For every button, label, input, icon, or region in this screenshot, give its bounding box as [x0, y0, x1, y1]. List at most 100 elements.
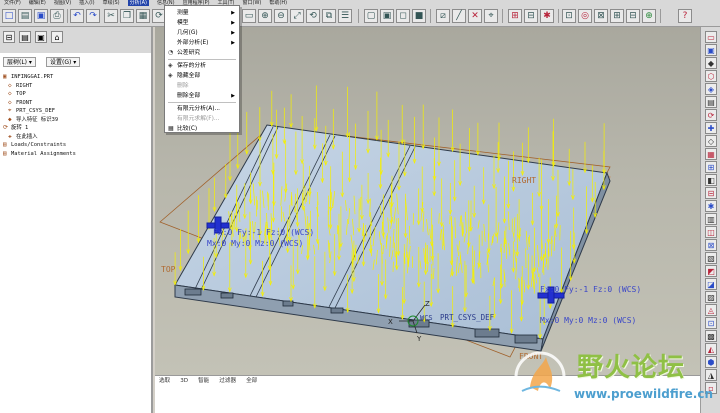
print-icon[interactable]: ⎙ — [50, 9, 64, 23]
appearance-icon[interactable]: ◎ — [578, 9, 592, 23]
repaint-icon[interactable]: ▭ — [242, 9, 256, 23]
undo-icon[interactable]: ↶ — [70, 9, 84, 23]
feature-tool-icon[interactable]: ◩ — [705, 265, 717, 277]
menu-item[interactable]: 文件(F) — [4, 0, 21, 6]
feature-tool-icon[interactable]: ✱ — [705, 200, 717, 212]
dropdown-item[interactable]: 测量 ▶ — [165, 8, 239, 18]
parameters-icon[interactable]: ⊟ — [626, 9, 640, 23]
menu-item[interactable]: 插入(I) — [79, 0, 94, 6]
saved-views-icon[interactable]: ⧉ — [322, 9, 336, 23]
open-file-icon[interactable]: ▤ — [18, 9, 32, 23]
menu-item[interactable]: 分析(A) — [127, 0, 149, 6]
spin-center-icon[interactable]: ✱ — [540, 9, 554, 23]
menu-item[interactable]: 窗口(W) — [243, 0, 262, 6]
dropdown-item[interactable]: 删除 — [165, 81, 239, 91]
feature-tool-icon[interactable]: ⊟ — [705, 187, 717, 199]
model-tree-icon[interactable]: ⊟ — [524, 9, 538, 23]
cut-icon[interactable]: ✂ — [104, 9, 118, 23]
feature-tool-icon[interactable]: ▧ — [705, 252, 717, 264]
feature-tool-icon[interactable]: ⬡ — [705, 70, 717, 82]
feature-tool-icon[interactable]: ◇ — [705, 135, 717, 147]
refit-icon[interactable]: ⤢ — [290, 9, 304, 23]
feature-tool-icon[interactable]: ⊞ — [705, 161, 717, 173]
feature-tool-icon[interactable]: ⟳ — [705, 109, 717, 121]
dropdown-item[interactable]: 比较(C) ▦ — [165, 124, 239, 134]
feature-tool-icon[interactable]: ◬ — [705, 304, 717, 316]
status-item[interactable]: 全部 — [246, 376, 257, 386]
tree-item[interactable]: ▤ Material Assignments — [3, 150, 151, 159]
annotation-icon[interactable]: ⊞ — [508, 9, 522, 23]
feature-tool-icon[interactable]: ▩ — [705, 330, 717, 342]
reorient-icon[interactable]: ⟲ — [306, 9, 320, 23]
save-icon[interactable]: ▣ — [34, 9, 48, 23]
no-hidden-icon[interactable]: ◻ — [396, 9, 410, 23]
feature-tool-icon[interactable]: ▤ — [705, 96, 717, 108]
layer-tree-dropdown[interactable]: 层树(L) ▾ — [3, 57, 36, 67]
feature-tool-icon[interactable]: ◮ — [705, 369, 717, 381]
menu-item[interactable]: 帮助(H) — [269, 0, 287, 6]
menu-item[interactable]: 编辑(E) — [29, 0, 46, 6]
status-item[interactable]: 选取 — [159, 376, 170, 386]
feature-tool-icon[interactable]: ▭ — [705, 31, 717, 43]
tree-item[interactable]: ⌖ PRT_CSYS_DEF — [3, 107, 151, 116]
datum-points-icon[interactable]: ✕ — [468, 9, 482, 23]
dropdown-item[interactable]: 模型 ▶ — [165, 18, 239, 28]
model-tree-tab-icon[interactable]: ⊟ — [3, 31, 15, 43]
view-manager-icon[interactable]: ⊡ — [562, 9, 576, 23]
redo-icon[interactable]: ↷ — [86, 9, 100, 23]
dropdown-item[interactable]: 外部分析(E) ▶ — [165, 38, 239, 48]
analysis-icon[interactable]: ⊕ — [642, 9, 656, 23]
paste-icon[interactable]: ▦ — [136, 9, 150, 23]
context-help-icon[interactable]: ? — [678, 9, 692, 23]
feature-tool-icon[interactable]: ▥ — [705, 213, 717, 225]
tree-item[interactable]: ✚ 在此插入 — [3, 133, 151, 142]
datum-planes-icon[interactable]: ⧄ — [436, 9, 450, 23]
tree-item[interactable]: ◆ 导入特征 标识39 — [3, 116, 151, 125]
tree-item[interactable]: ◇ FRONT — [3, 99, 151, 108]
feature-tool-icon[interactable]: ◈ — [705, 83, 717, 95]
datum-axes-icon[interactable]: ╱ — [452, 9, 466, 23]
connections-tab-icon[interactable]: ⌂ — [51, 31, 63, 43]
dropdown-item[interactable]: 公差研究 ◔ — [165, 48, 239, 58]
dropdown-item[interactable]: 几何(G) ▶ — [165, 28, 239, 38]
feature-tool-icon[interactable]: ⊡ — [705, 317, 717, 329]
dropdown-item[interactable]: 有限元分析(A)... — [165, 104, 239, 114]
favorites-tab-icon[interactable]: ▣ — [35, 31, 47, 43]
dropdown-item[interactable]: 有限元求解(F)... — [165, 114, 239, 124]
dropdown-item[interactable]: 保存的分析 ◈ — [165, 61, 239, 71]
status-item[interactable]: 智能 — [198, 376, 209, 386]
feature-tool-icon[interactable]: ◧ — [705, 174, 717, 186]
feature-tool-icon[interactable]: ⬢ — [705, 356, 717, 368]
layers-icon[interactable]: ☰ — [338, 9, 352, 23]
status-item[interactable]: 3D — [180, 376, 188, 386]
new-file-icon[interactable]: □ — [2, 9, 16, 23]
tree-item[interactable]: ⟳ 旋转 1 — [3, 124, 151, 133]
feature-tool-icon[interactable]: ◆ — [705, 57, 717, 69]
feature-tool-icon[interactable]: ▨ — [705, 291, 717, 303]
status-item[interactable]: 过滤器 — [219, 376, 236, 386]
feature-tool-icon[interactable]: ✚ — [705, 122, 717, 134]
relations-icon[interactable]: ⊞ — [610, 9, 624, 23]
feature-tool-icon[interactable]: ▦ — [705, 148, 717, 160]
feature-tool-icon[interactable]: ▣ — [705, 44, 717, 56]
menu-item[interactable]: 视图(V) — [54, 0, 71, 6]
tree-item[interactable]: ◇ TOP — [3, 90, 151, 99]
shading-icon[interactable]: ■ — [412, 9, 426, 23]
menu-item[interactable]: 草绘(S) — [103, 0, 120, 6]
tree-item[interactable]: ◇ RIGHT — [3, 82, 151, 91]
display-style-icon[interactable]: ⊠ — [594, 9, 608, 23]
settings-dropdown[interactable]: 设置(G) ▾ — [46, 57, 81, 67]
csys-toggle-icon[interactable]: ⌖ — [484, 9, 498, 23]
feature-tool-icon[interactable]: ◪ — [705, 278, 717, 290]
feature-tool-icon[interactable]: ⊠ — [705, 239, 717, 251]
wireframe-icon[interactable]: ▢ — [364, 9, 378, 23]
folder-browser-tab-icon[interactable]: ▤ — [19, 31, 31, 43]
feature-tool-icon[interactable]: ◫ — [705, 226, 717, 238]
hidden-line-icon[interactable]: ▣ — [380, 9, 394, 23]
zoom-out-icon[interactable]: ⊖ — [274, 9, 288, 23]
dropdown-item[interactable]: 删除全部 ▶ — [165, 91, 239, 101]
feature-tool-icon[interactable]: ◭ — [705, 343, 717, 355]
dropdown-item[interactable]: 隐藏全部 ◈ — [165, 71, 239, 81]
tree-item[interactable]: ▤ Loads/Constraints — [3, 141, 151, 150]
copy-icon[interactable]: ❐ — [120, 9, 134, 23]
